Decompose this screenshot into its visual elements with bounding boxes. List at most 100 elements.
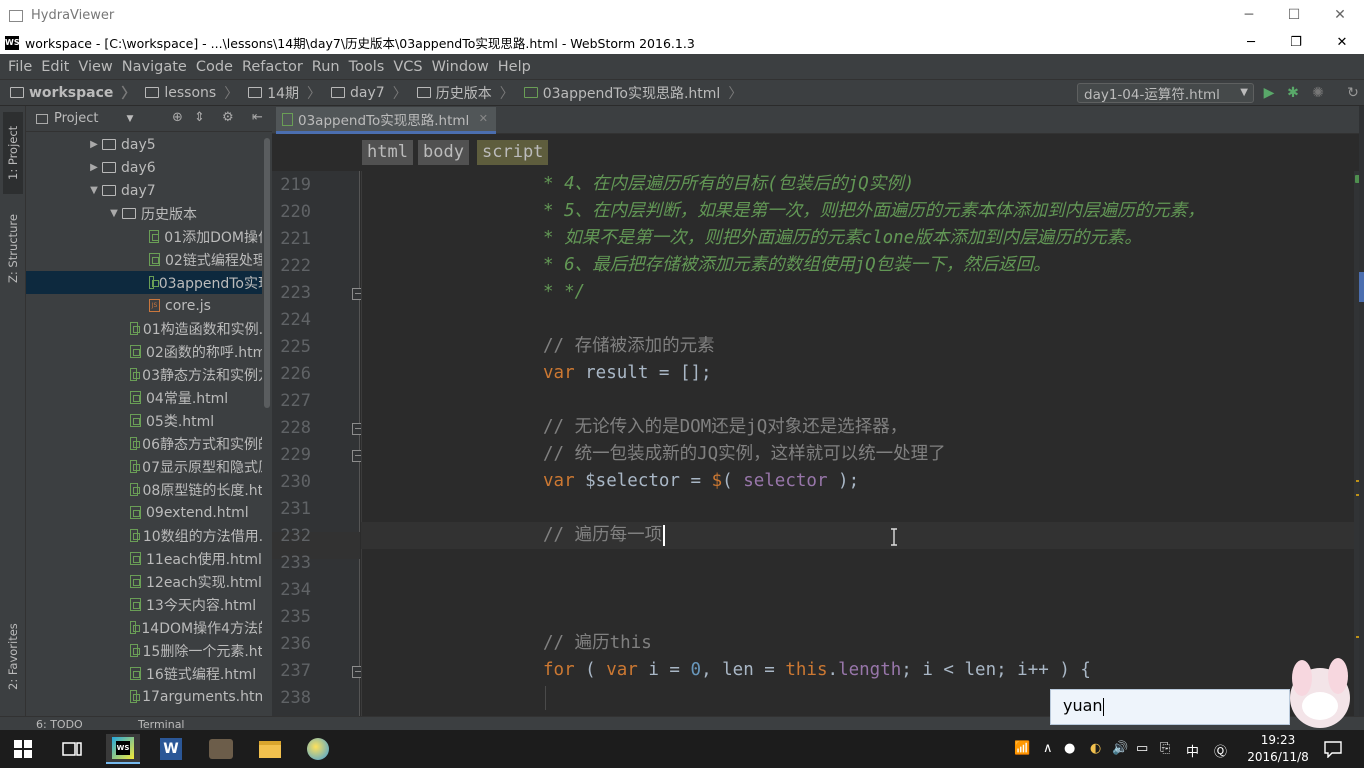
menu-window[interactable]: Window [428, 59, 493, 75]
tray-app-icon[interactable]: ◐ [1090, 741, 1101, 756]
wifi-icon[interactable]: 📶 [1014, 741, 1030, 756]
word-app-icon: W [160, 738, 182, 760]
tag-crumb-body[interactable]: body [418, 140, 469, 165]
hydra-maximize-button[interactable]: ☐ [1271, 0, 1317, 31]
chevron-down-icon[interactable]: ▼ [126, 114, 133, 124]
tree-item-file[interactable]: 11each使用.html [26, 547, 272, 570]
ime-text: yuan [1063, 696, 1103, 715]
tree-item-file[interactable]: 12each实现.html [26, 570, 272, 593]
tree-item-file[interactable]: 04常量.html [26, 386, 272, 409]
tree-item-file[interactable]: 01构造函数和实例.h [26, 317, 272, 340]
tab-project[interactable]: 1: Project [3, 112, 23, 194]
tree-item-file[interactable]: 15删除一个元素.htn [26, 639, 272, 662]
terminal-tab[interactable]: Terminal [138, 718, 185, 730]
taskbar-messenger[interactable] [301, 734, 335, 764]
code-line-230: var $selector = $( selector ); [543, 471, 860, 491]
menu-navigate[interactable]: Navigate [118, 59, 191, 75]
tree-item-history-folder[interactable]: ▼ 历史版本 [26, 202, 272, 225]
scroll-from-source-icon[interactable]: ⊕ [172, 110, 183, 125]
menu-vcs[interactable]: VCS [389, 59, 426, 75]
tree-item-file[interactable]: 10数组的方法借用.h [26, 524, 272, 547]
scrollbar-thumb[interactable] [264, 138, 270, 408]
tree-item-file-selected[interactable]: 03appendTo实现 [26, 271, 272, 294]
tree-item-day6[interactable]: ▶ day6 [26, 156, 272, 179]
tree-item-file[interactable]: 02函数的称呼.html [26, 340, 272, 363]
tab-structure[interactable]: Z: Structure [3, 206, 23, 292]
close-tab-icon[interactable]: ✕ [479, 112, 488, 125]
notification-icon[interactable] [1324, 740, 1342, 758]
chevron-up-icon[interactable]: ∧ [1043, 741, 1053, 756]
menu-refactor[interactable]: Refactor [238, 59, 307, 75]
todo-tab[interactable]: 6: TODO [36, 718, 83, 730]
run-config-select[interactable]: day1-04-运算符.html ▼ [1077, 83, 1254, 103]
run-icon[interactable]: ▶ [1261, 85, 1277, 101]
qq-tray-icon[interactable]: ● [1064, 741, 1075, 756]
ime-composition-box[interactable]: yuan [1050, 689, 1290, 725]
tree-item-file[interactable]: 01添加DOM操作 [26, 225, 272, 248]
tree-item-file[interactable]: 02链式编程处理. [26, 248, 272, 271]
taskbar-explorer[interactable] [253, 734, 287, 764]
hide-panel-icon[interactable]: ⇤ [252, 110, 263, 125]
close-button[interactable]: ✕ [1319, 31, 1364, 54]
tree-item-file[interactable]: 06静态方式和实例的 [26, 432, 272, 455]
project-scrollbar[interactable] [262, 132, 272, 716]
ime-tray-icon[interactable]: Ⓠ [1214, 741, 1227, 760]
collapse-all-icon[interactable]: ⇕ [194, 110, 205, 125]
menu-run[interactable]: Run [308, 59, 344, 75]
network-icon[interactable]: ⎘ [1160, 741, 1170, 756]
tree-item-file[interactable]: 09extend.html [26, 501, 272, 524]
tree-item-day5[interactable]: ▶ day5 [26, 133, 272, 156]
nav-crumb-day7[interactable]: day7 〉 [331, 83, 407, 103]
nav-crumb-14[interactable]: 14期〉 [248, 83, 321, 103]
nav-crumb-lessons[interactable]: lessons 〉 [145, 83, 238, 103]
menu-file[interactable]: File [4, 59, 36, 75]
taskbar-webstorm[interactable]: WS [106, 734, 140, 764]
taskbar-word[interactable]: W [154, 734, 188, 764]
tree-item-day7[interactable]: ▼ day7 [26, 179, 272, 202]
tree-item-file[interactable]: 17arguments.html [26, 685, 272, 708]
hydra-minimize-button[interactable]: ─ [1226, 0, 1272, 31]
project-view-select[interactable]: Project [54, 111, 98, 126]
menu-tools[interactable]: Tools [345, 59, 389, 75]
scroll-indicator[interactable] [1359, 272, 1364, 302]
gear-icon[interactable]: ⚙ [222, 110, 234, 125]
taskbar-hydra[interactable] [204, 734, 238, 764]
line-number: 231 [280, 499, 311, 519]
task-view-icon[interactable] [62, 740, 82, 758]
chevron-right-icon[interactable]: ▶ [86, 139, 102, 150]
chevron-down-icon[interactable]: ▼ [106, 208, 122, 219]
menu-edit[interactable]: Edit [37, 59, 73, 75]
editor-tab-active[interactable]: 03appendTo实现思路.html ✕ [276, 107, 496, 134]
volume-icon[interactable]: 🔊 [1112, 741, 1128, 756]
tree-item-file[interactable]: 13今天内容.html [26, 593, 272, 616]
tag-crumb-html[interactable]: html [362, 140, 413, 165]
tree-item-file[interactable]: 05类.html [26, 409, 272, 432]
windows-start-icon[interactable] [14, 740, 32, 758]
hydra-close-button[interactable]: ✕ [1317, 0, 1363, 31]
minimize-button[interactable]: ─ [1228, 31, 1274, 54]
debug-icon[interactable]: ✱ [1285, 85, 1301, 101]
menu-view[interactable]: View [74, 59, 116, 75]
restore-button[interactable]: ❐ [1273, 31, 1319, 54]
search-everywhere-icon[interactable]: ↻ [1345, 85, 1361, 101]
code-editor[interactable]: * 4、在内层遍历所有的目标(包装后的jQ实例) * 5、在内层判断，如果是第一… [361, 171, 1354, 716]
tree-item-file[interactable]: 16链式编程.html [26, 662, 272, 685]
tab-favorites[interactable]: 2: Favorites [3, 614, 23, 700]
tree-item-file[interactable]: 08原型链的长度.htn [26, 478, 272, 501]
chevron-down-icon[interactable]: ▼ [86, 185, 102, 196]
tree-item-file[interactable]: 03静态方法和实例方 [26, 363, 272, 386]
nav-crumb-history[interactable]: 历史版本〉 [416, 83, 514, 103]
keyboard-icon[interactable]: ▭ [1136, 741, 1148, 756]
nav-crumb-file[interactable]: 03appendTo实现思路.html 〉 [523, 83, 742, 103]
menu-code[interactable]: Code [192, 59, 237, 75]
tag-crumb-script[interactable]: script [477, 140, 549, 165]
tree-item-file[interactable]: 07显示原型和隐式原 [26, 455, 272, 478]
chevron-right-icon[interactable]: ▶ [86, 162, 102, 173]
menu-help[interactable]: Help [494, 59, 535, 75]
input-language[interactable]: 中 [1186, 741, 1199, 760]
coverage-icon[interactable]: ✺ [1310, 85, 1326, 101]
tree-item-file[interactable]: 14DOM操作4方法的 [26, 616, 272, 639]
taskbar-clock[interactable]: 19:23 2016/11/8 [1246, 732, 1310, 766]
nav-crumb-workspace[interactable]: workspace 〉 [10, 83, 135, 103]
tree-item-file[interactable]: JS core.js [26, 294, 272, 317]
